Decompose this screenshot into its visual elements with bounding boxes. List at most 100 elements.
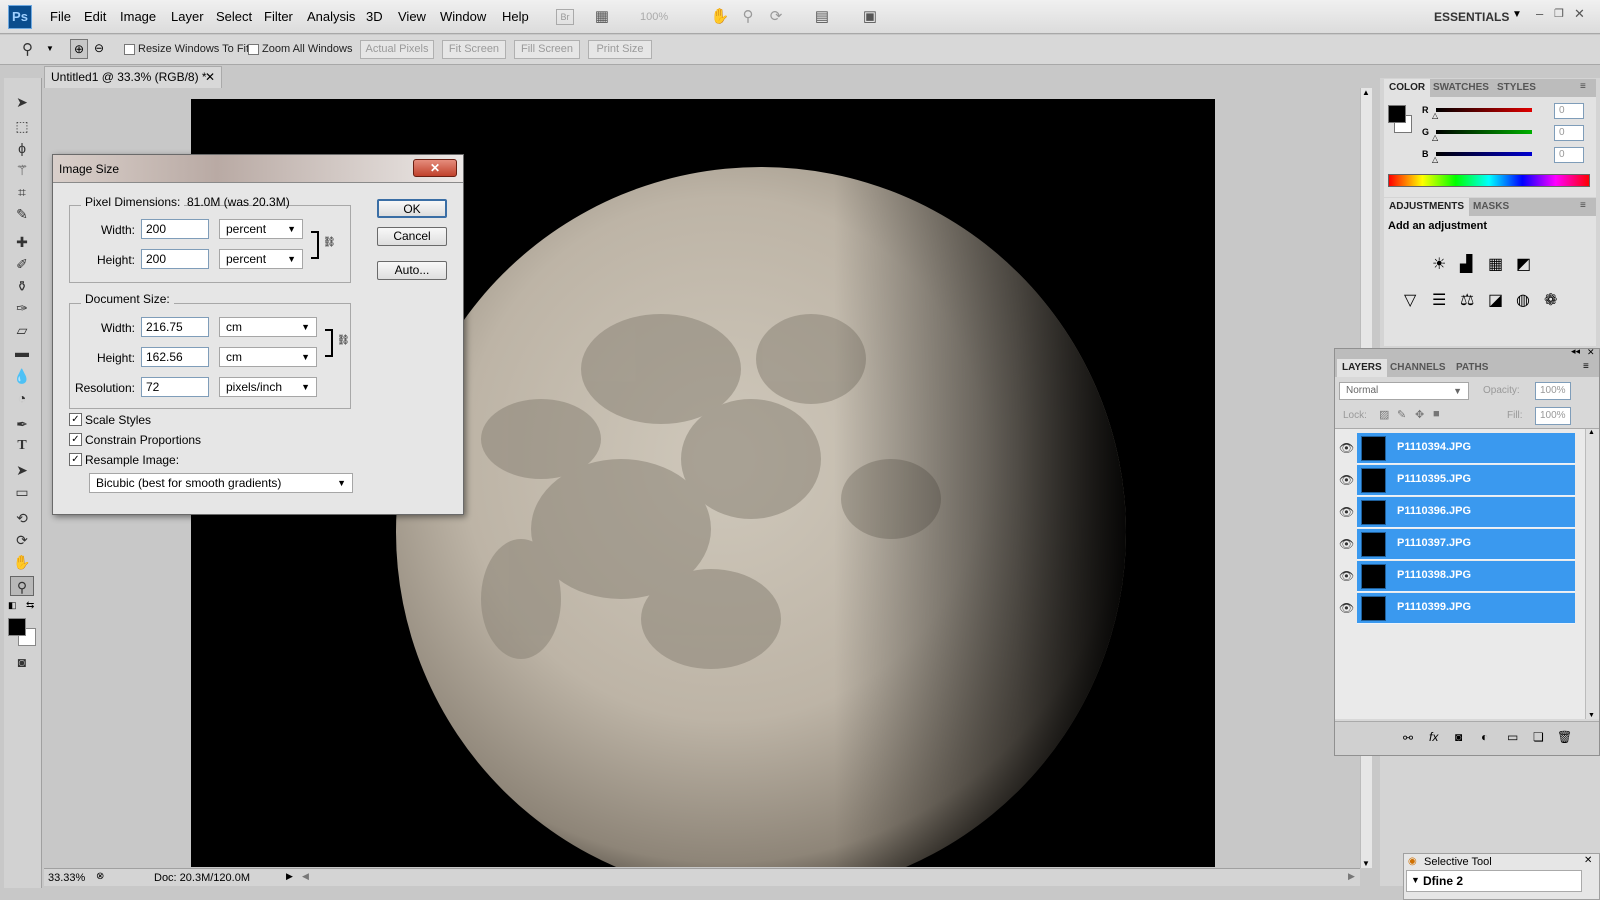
new-adjustment-icon[interactable]: ◐ [1481,730,1488,744]
pixel-height-unit-select[interactable]: percent ▼ [219,249,303,269]
layer-row[interactable]: P1110394.JPG [1357,433,1575,464]
tab-styles[interactable]: STYLES [1492,79,1541,97]
move-tool-icon[interactable]: ➤ [10,92,34,112]
tab-color[interactable]: COLOR [1384,79,1431,97]
green-value-field[interactable]: 0 [1554,125,1584,141]
auto-button[interactable]: Auto... [377,261,447,280]
red-value-field[interactable]: 0 [1554,103,1584,119]
black-white-icon[interactable]: ◪ [1488,290,1503,310]
resolution-unit-select[interactable]: pixels/inch ▼ [219,377,317,397]
curves-icon[interactable]: ▦ [1488,254,1503,274]
workspace-switcher[interactable]: ESSENTIALS [1434,10,1509,24]
actual-pixels-button[interactable]: Actual Pixels [360,40,434,59]
zoom-out-icon[interactable]: ⊖ [90,39,108,59]
constrain-proportions-checkbox[interactable]: ✓ [69,433,82,446]
layer-row[interactable]: P1110397.JPG [1357,529,1575,560]
slider-handle-icon[interactable]: △ [1432,111,1438,120]
menu-window[interactable]: Window [440,9,486,24]
slider-handle-icon[interactable]: △ [1432,133,1438,142]
zoom-readout[interactable]: 33.33% [48,872,85,884]
panel-menu-icon[interactable]: ≡ [1580,200,1586,211]
layer-visibility-toggle[interactable]: 👁 [1335,497,1357,528]
magic-wand-tool-icon[interactable]: ⚚ [10,160,34,180]
hue-saturation-icon[interactable]: ☰ [1432,290,1446,310]
tab-channels[interactable]: CHANNELS [1385,359,1451,377]
close-document-icon[interactable]: ✕ [205,67,215,87]
default-colors-icon[interactable]: ◧ [8,600,17,611]
doc-width-unit-select[interactable]: cm ▼ [219,317,317,337]
menu-select[interactable]: Select [216,9,252,24]
doc-width-field[interactable]: 216.75 [141,317,209,337]
fit-screen-button[interactable]: Fit Screen [442,40,506,59]
layers-panel-header[interactable]: ◂◂ ✕ [1335,346,1599,359]
bridge-button[interactable]: Br [556,9,574,25]
menu-help[interactable]: Help [502,9,529,24]
fill-screen-button[interactable]: Fill Screen [514,40,580,59]
cancel-button[interactable]: Cancel [377,227,447,246]
delete-layer-icon[interactable]: 🗑 [1557,730,1572,744]
pixel-width-unit-select[interactable]: percent ▼ [219,219,303,239]
eraser-tool-icon[interactable]: ▱ [10,320,34,340]
close-panel-icon[interactable]: ✕ [1587,347,1595,358]
layer-row[interactable]: P1110396.JPG [1357,497,1575,528]
resize-windows-checkbox[interactable] [124,44,135,55]
clone-stamp-tool-icon[interactable]: ⚱ [10,276,34,296]
layer-row[interactable]: P1110398.JPG [1357,561,1575,592]
selective-item[interactable]: Dfine 2 [1423,874,1463,888]
3d-orbit-tool-icon[interactable]: ⟳ [10,530,34,550]
blue-value-field[interactable]: 0 [1554,147,1584,163]
lasso-tool-icon[interactable]: ϕ [10,138,34,158]
new-group-icon[interactable]: ▭ [1507,730,1518,744]
slider-handle-icon[interactable]: △ [1432,155,1438,164]
menu-edit[interactable]: Edit [84,9,106,24]
fill-field[interactable]: 100% [1535,407,1571,425]
tab-masks[interactable]: MASKS [1468,198,1514,216]
photo-filter-icon[interactable]: ◍ [1516,290,1530,310]
scroll-left-icon[interactable]: ◀ [302,871,309,882]
selective-tool-list[interactable]: ▼ Dfine 2 [1406,870,1582,892]
pen-tool-icon[interactable]: ✒ [10,414,34,434]
tab-layers[interactable]: LAYERS [1337,359,1387,377]
dodge-tool-icon[interactable]: ◔ [10,388,34,408]
slider-red[interactable]: R △ 0 [1422,103,1592,121]
screen-mode-icon[interactable]: ▣ [860,8,880,26]
panel-menu-icon[interactable]: ≡ [1580,81,1586,92]
marquee-tool-icon[interactable]: ⬚ [10,116,34,136]
scroll-right-icon[interactable]: ▶ [1348,871,1355,882]
dialog-title-bar[interactable]: Image Size ✕ [53,155,463,183]
restore-icon[interactable]: ❐ [1554,7,1564,20]
tab-swatches[interactable]: SWATCHES [1428,79,1494,97]
expand-triangle-icon[interactable]: ▼ [1411,875,1420,885]
dialog-close-button[interactable]: ✕ [413,159,457,177]
zoom-tool-icon[interactable]: ⚲ [22,40,33,58]
3d-rotate-tool-icon[interactable]: ⟲ [10,508,34,528]
status-menu-arrow-icon[interactable]: ▶ [286,871,293,882]
menu-3d[interactable]: 3D [366,9,383,24]
resample-method-select[interactable]: Bicubic (best for smooth gradients) ▼ [89,473,353,493]
pixel-width-field[interactable]: 200 [141,219,209,239]
history-brush-tool-icon[interactable]: ✑ [10,298,34,318]
arrange-documents-icon[interactable]: ▤ [812,8,832,26]
exposure-icon[interactable]: ◩ [1516,254,1531,274]
tab-adjustments[interactable]: ADJUSTMENTS [1384,198,1470,216]
brightness-icon[interactable]: ☀ [1432,254,1446,274]
lock-all-icon[interactable]: ■ [1433,408,1440,420]
layer-row[interactable]: P1110395.JPG [1357,465,1575,496]
color-balance-icon[interactable]: ⚖ [1460,290,1474,310]
healing-brush-tool-icon[interactable]: ✚ [10,232,34,252]
collapse-icon[interactable]: ◂◂ [1571,346,1580,357]
layer-visibility-toggle[interactable]: 👁 [1335,465,1357,496]
lock-pixels-icon[interactable]: ✎ [1397,408,1406,421]
layer-row[interactable]: P1110399.JPG [1357,593,1575,624]
menu-image[interactable]: Image [120,9,156,24]
new-layer-icon[interactable]: ❏ [1533,730,1544,744]
pixel-height-field[interactable]: 200 [141,249,209,269]
print-size-button[interactable]: Print Size [588,40,652,59]
blend-mode-select[interactable]: Normal ▼ [1339,382,1469,400]
zoom-icon[interactable]: ⚲ [738,8,758,26]
menu-filter[interactable]: Filter [264,9,293,24]
menu-layer[interactable]: Layer [171,9,204,24]
minimize-icon[interactable]: – [1536,6,1543,21]
layer-visibility-toggle[interactable]: 👁 [1335,593,1357,624]
color-fg-swatch[interactable] [1388,105,1406,123]
